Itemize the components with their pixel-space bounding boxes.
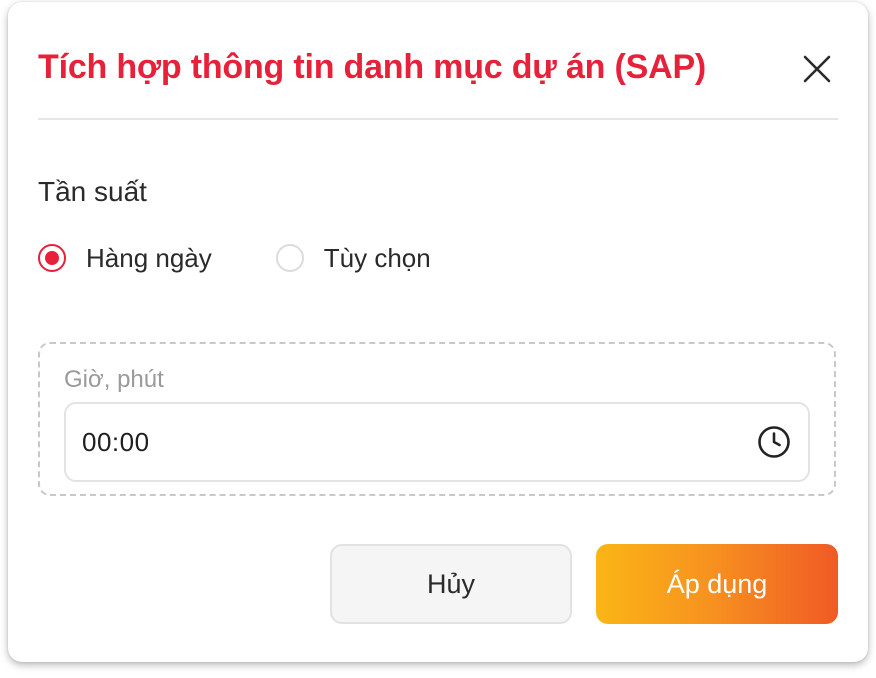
apply-button[interactable]: Áp dụng <box>596 544 838 624</box>
sap-integration-dialog: Tích hợp thông tin danh mục dự án (SAP) … <box>8 2 868 662</box>
frequency-label: Tần suất <box>38 176 147 207</box>
radio-option-daily[interactable]: Hàng ngày <box>38 243 212 274</box>
radio-daily-label: Hàng ngày <box>86 242 212 273</box>
cancel-button[interactable]: Hủy <box>330 544 572 624</box>
time-value: 00:00 <box>82 426 150 457</box>
close-button[interactable] <box>800 52 834 86</box>
frequency-radio-group: Hàng ngày Tùy chọn <box>38 240 431 276</box>
close-icon <box>803 55 831 83</box>
time-section: Giờ, phút 00:00 <box>38 342 836 496</box>
radio-custom-label: Tùy chọn <box>323 242 431 273</box>
radio-custom[interactable] <box>275 244 304 272</box>
time-label: Giờ, phút <box>64 366 164 393</box>
radio-daily[interactable] <box>38 244 66 272</box>
dialog-header: Tích hợp thông tin danh mục dự án (SAP) <box>38 40 838 120</box>
dialog-title: Tích hợp thông tin danh mục dự án (SAP) <box>38 48 707 86</box>
time-picker-input[interactable]: 00:00 <box>64 402 810 482</box>
clock-icon[interactable] <box>756 424 792 460</box>
radio-option-custom[interactable]: Tùy chọn <box>275 242 431 274</box>
